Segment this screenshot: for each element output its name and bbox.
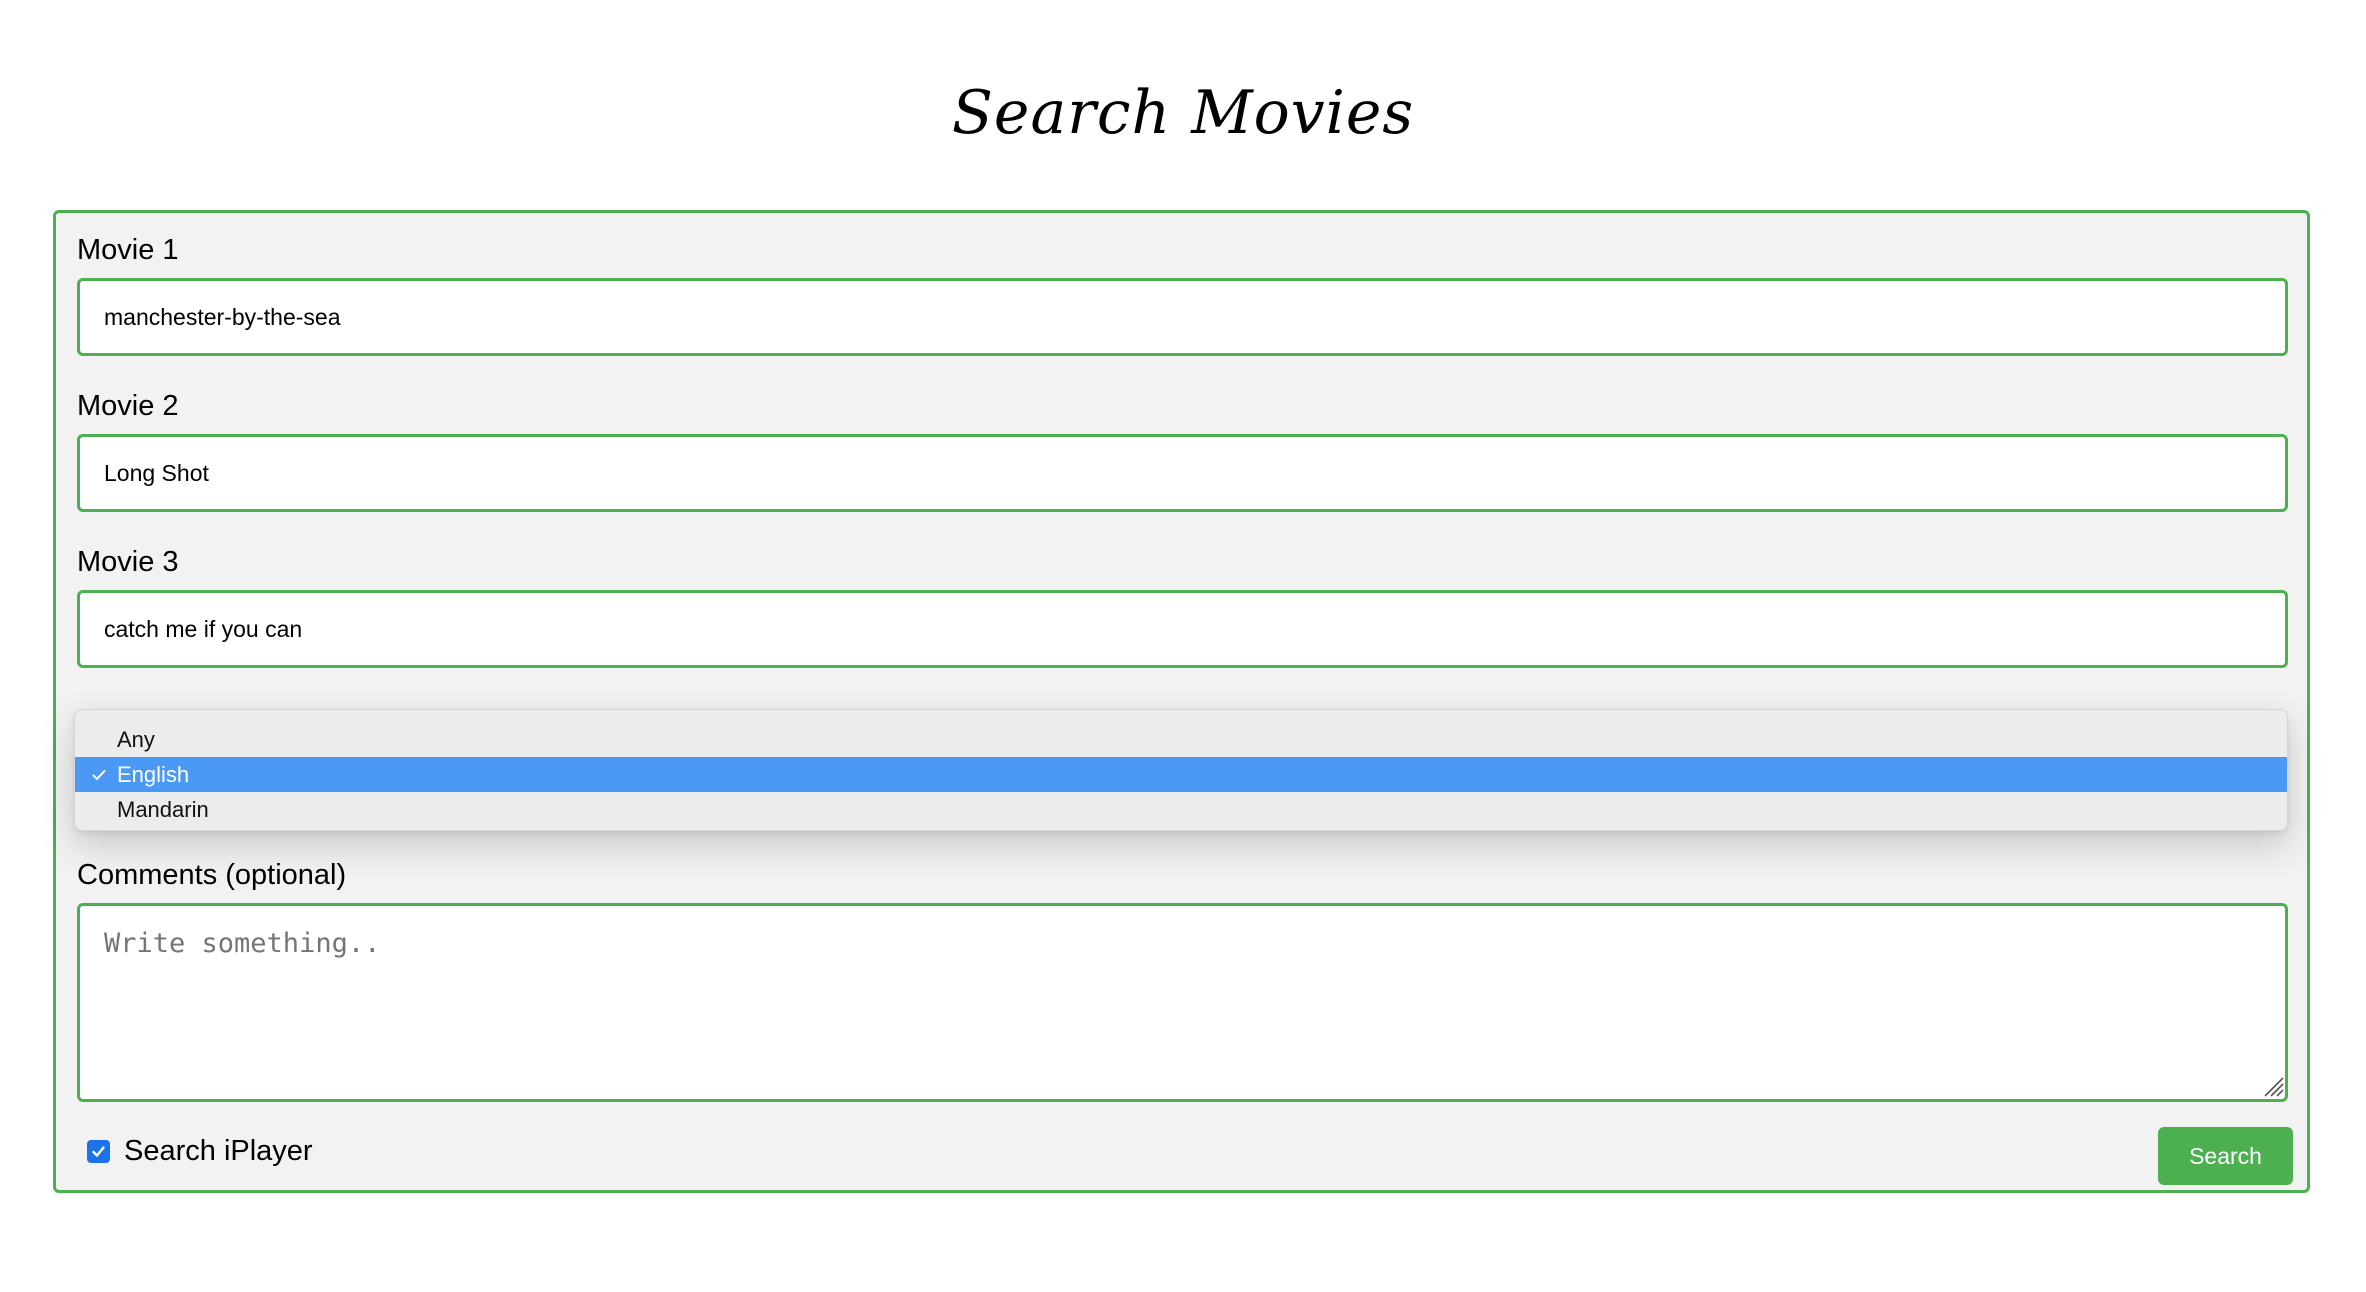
movie3-label: Movie 3 <box>77 546 179 578</box>
search-button[interactable]: Search <box>2158 1127 2293 1185</box>
language-option-any[interactable]: Any <box>75 722 2287 757</box>
comments-label: Comments (optional) <box>77 859 347 891</box>
language-option-english[interactable]: English <box>75 757 2287 792</box>
movie3-input[interactable] <box>77 590 2288 668</box>
checkmark-icon <box>89 757 109 792</box>
iplayer-label[interactable]: Search iPlayer <box>124 1134 313 1168</box>
page-title: Search Movies <box>951 78 1415 148</box>
language-dropdown-menu: Any English Mandarin <box>74 709 2288 831</box>
iplayer-checkbox-row[interactable]: Search iPlayer <box>87 1131 313 1171</box>
movie2-label: Movie 2 <box>77 390 179 422</box>
comments-textarea[interactable] <box>77 903 2288 1102</box>
movie1-input[interactable] <box>77 278 2288 356</box>
option-label: Mandarin <box>117 797 209 822</box>
page: Search Movies Movie 1 Movie 2 Movie 3 Co… <box>0 0 2366 1292</box>
search-form: Movie 1 Movie 2 Movie 3 Comments (option… <box>53 210 2310 1193</box>
resize-grip-icon[interactable] <box>2262 1075 2284 1097</box>
language-option-mandarin[interactable]: Mandarin <box>75 792 2287 827</box>
movie2-input[interactable] <box>77 434 2288 512</box>
checkbox-checked-icon[interactable] <box>87 1139 110 1163</box>
movie1-label: Movie 1 <box>77 234 179 266</box>
option-label: English <box>117 762 190 787</box>
option-label: Any <box>117 727 155 752</box>
